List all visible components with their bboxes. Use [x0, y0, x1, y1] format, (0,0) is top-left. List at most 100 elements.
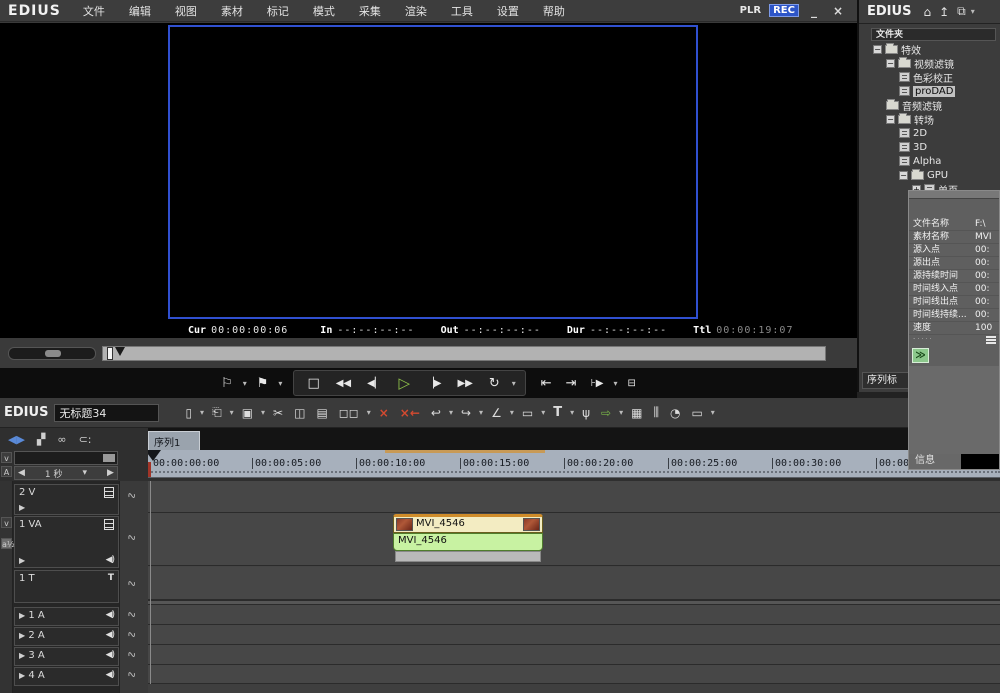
in-point-dropdown-icon[interactable]: ▾	[242, 379, 248, 388]
track-header-2v[interactable]: 2 V ▶	[14, 484, 119, 515]
timeline-mode-icon[interactable]: ◀▶	[8, 433, 25, 446]
speaker-icon[interactable]: ◀)	[106, 670, 114, 680]
tree-item-audio-filters[interactable]: 音频滤镜	[871, 98, 1000, 112]
ripple-sync-icon[interactable]: ∿	[125, 488, 138, 503]
out-point-dropdown-icon[interactable]: ▾	[277, 379, 283, 388]
menu-capture[interactable]: 采集	[347, 3, 393, 19]
sequence-marker-tab[interactable]: 序列标	[862, 372, 912, 389]
va-mute-button[interactable]: v	[1, 517, 12, 528]
menu-file[interactable]: 文件	[71, 3, 117, 19]
set-in-point-button[interactable]: ⚐	[216, 374, 238, 393]
collapse-toggle-icon[interactable]: −	[886, 59, 895, 68]
collapse-toggle-icon[interactable]: −	[873, 45, 882, 54]
ripple-sync-icon[interactable]: ∿	[125, 607, 138, 622]
monitor-dropdown-icon[interactable]: ▾	[710, 408, 716, 417]
menu-clip[interactable]: 素材	[209, 3, 255, 19]
clip-mvi-4546[interactable]: MVI_4546 MVI_4546	[393, 514, 543, 562]
zoom-right-icon[interactable]: ▶	[107, 468, 114, 478]
sequence-tab[interactable]: 序列1	[148, 431, 200, 450]
play-button[interactable]: ▷	[394, 372, 416, 394]
fast-forward-button[interactable]: ▶▶	[452, 376, 477, 391]
trim-mode-button[interactable]: ▭	[518, 405, 537, 421]
menu-settings[interactable]: 设置	[485, 3, 531, 19]
expand-icon[interactable]: ▶	[19, 556, 25, 565]
track-header-3a[interactable]: ▶ 3 A ◀)	[14, 647, 119, 666]
save-dropdown-icon[interactable]: ▾	[260, 408, 266, 417]
track-header-1a[interactable]: ▶ 1 A ◀)	[14, 607, 119, 626]
export-frame-button[interactable]: ⊟	[623, 376, 641, 391]
ripple-sync-icon[interactable]: ∿	[125, 576, 138, 591]
razor-dropdown-icon[interactable]: ▾	[509, 408, 515, 417]
speaker-icon[interactable]: ◀)	[106, 630, 114, 640]
menu-edit[interactable]: 编辑	[117, 3, 163, 19]
ripple-mode-icon[interactable]: ▞	[37, 433, 45, 446]
plr-mode-button[interactable]: PLR	[740, 5, 761, 16]
tree-item-alpha[interactable]: Alpha	[871, 154, 1000, 168]
step-back-button[interactable]: ◀▏	[362, 376, 387, 391]
tree-item-2d[interactable]: 2D	[871, 126, 1000, 140]
zoom-caret-icon[interactable]: ▾	[83, 468, 88, 478]
ripple-sync-icon[interactable]: ∿	[125, 530, 138, 545]
ripple-delete-button[interactable]: ×←	[396, 405, 424, 421]
expand-icon[interactable]: ▶	[19, 503, 25, 512]
close-button[interactable]: ×	[829, 4, 847, 18]
clip-video-part[interactable]: MVI_4546	[393, 514, 543, 533]
expand-icon[interactable]: ▶	[19, 611, 25, 620]
track-header-4a[interactable]: ▶ 4 A ◀)	[14, 667, 119, 686]
replace-button[interactable]: ◻◻	[335, 405, 363, 421]
menu-help[interactable]: 帮助	[531, 3, 577, 19]
timeline-ruler[interactable]: 00:00:00:00 00:00:05:00 00:00:10:00 00:0…	[148, 450, 1000, 478]
undo-dropdown-icon[interactable]: ▾	[448, 408, 454, 417]
goto-out-button[interactable]: ⇥	[561, 374, 582, 393]
menu-mode[interactable]: 模式	[301, 3, 347, 19]
ripple-sync-icon[interactable]: ∿	[125, 647, 138, 662]
step-forward-button[interactable]: ▕▶	[421, 376, 446, 391]
lane-3a[interactable]	[148, 645, 1000, 665]
lane-2v[interactable]	[148, 481, 1000, 513]
grid-view-button[interactable]: ▦	[627, 405, 646, 421]
shuttle-handle[interactable]	[45, 350, 61, 357]
expand-icon[interactable]: ▶	[19, 631, 25, 640]
track-header-1va[interactable]: 1 VA ▶ ◀)	[14, 516, 119, 568]
expand-icon[interactable]: ▶	[19, 671, 25, 680]
undo-button[interactable]: ↩	[427, 405, 445, 421]
bin-folder-icon[interactable]: ⌂	[919, 5, 935, 19]
tree-item-effects[interactable]: − 特效	[871, 42, 1000, 56]
copy-button[interactable]: ◫	[290, 405, 309, 421]
shuttle-slider[interactable]	[8, 347, 96, 360]
replace-dropdown-icon[interactable]: ▾	[366, 408, 372, 417]
track-header-1t[interactable]: 1 T T	[14, 570, 119, 603]
palette-menu-icon[interactable]	[986, 336, 996, 344]
tree-item-color-correction[interactable]: 色彩校正	[871, 70, 1000, 84]
loop-playback-icon[interactable]: ∞	[57, 433, 66, 446]
speaker-icon[interactable]: ◀)	[106, 610, 114, 620]
redo-button[interactable]: ↪	[457, 405, 475, 421]
snap-magnet-icon[interactable]: ⊂:	[79, 433, 92, 446]
clip-audio-part[interactable]: MVI_4546	[393, 533, 543, 551]
position-playhead[interactable]	[107, 347, 113, 360]
minimize-button[interactable]: _	[807, 4, 821, 18]
info-tab[interactable]: 信息	[909, 454, 961, 469]
speaker-icon[interactable]: ◀)	[106, 650, 114, 660]
play-around-button[interactable]: ⊦▶	[586, 376, 609, 391]
lane-1a[interactable]	[148, 605, 1000, 625]
audio-mute-button[interactable]: A	[1, 466, 12, 477]
redo-dropdown-icon[interactable]: ▾	[478, 408, 484, 417]
save-project-button[interactable]: ▣	[238, 405, 257, 421]
clock-sync-button[interactable]: ◔	[666, 405, 684, 421]
collapse-toggle-icon[interactable]: −	[886, 115, 895, 124]
loop-button[interactable]: ↻	[484, 374, 505, 393]
bin-layers-icon[interactable]: ⧉	[953, 4, 970, 19]
title-dropdown-icon[interactable]: ▾	[569, 408, 575, 417]
stereo-channel-button[interactable]: a½	[1, 538, 12, 549]
new-sequence-button[interactable]: ▯	[181, 405, 196, 421]
lane-4a[interactable]	[148, 665, 1000, 684]
timeline-zoom-selector[interactable]: ◀ 1 秒 ▾ ▶	[14, 466, 118, 480]
new-dropdown-icon[interactable]: ▾	[199, 408, 205, 417]
export-dropdown-icon[interactable]: ▾	[618, 408, 624, 417]
ripple-sync-icon[interactable]: ∿	[125, 667, 138, 682]
open-dropdown-icon[interactable]: ▾	[229, 408, 235, 417]
delete-button[interactable]: ×	[375, 405, 393, 421]
razor-button[interactable]: ∠	[487, 405, 506, 421]
trim-dropdown-icon[interactable]: ▾	[540, 408, 546, 417]
